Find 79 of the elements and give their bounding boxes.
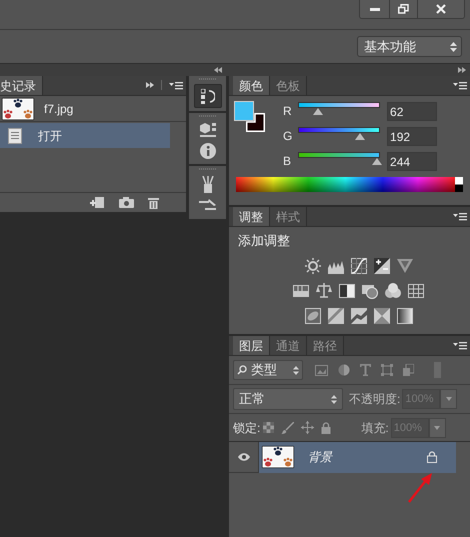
levels-icon[interactable]: [293, 282, 310, 298]
caret-icon: [446, 397, 452, 401]
field-label: 不透明度:: [349, 391, 400, 408]
gradient-map-icon[interactable]: [396, 308, 413, 324]
history-panel-button[interactable]: [194, 84, 222, 108]
collapse-icon[interactable]: [214, 67, 222, 73]
panel-tab[interactable]: 图层: [233, 336, 270, 355]
cube-icon[interactable]: [200, 123, 216, 137]
panel-tab[interactable]: 调整: [233, 207, 270, 226]
channel-value-field[interactable]: 62: [387, 102, 438, 120]
expand-icon[interactable]: [146, 82, 154, 88]
exposure-icon[interactable]: [374, 258, 390, 274]
close-icon: [436, 4, 446, 14]
brush-presets-icon[interactable]: [199, 199, 216, 213]
document-icon: [8, 128, 22, 144]
eye-icon[interactable]: [238, 453, 250, 461]
panel-heading: 添加调整: [237, 232, 292, 250]
brushes-icon[interactable]: [200, 176, 215, 193]
selective-color-icon[interactable]: [374, 308, 390, 324]
channel-value-field[interactable]: 244: [387, 152, 438, 170]
restore-button[interactable]: [390, 0, 418, 18]
trash-icon[interactable]: [148, 196, 160, 208]
panel-menu-icon[interactable]: [453, 81, 468, 90]
triangle-icon[interactable]: [396, 258, 413, 274]
info-icon[interactable]: [200, 143, 216, 159]
workspace-dropdown[interactable]: 基本功能: [357, 36, 462, 57]
expand-icon[interactable]: [458, 67, 466, 73]
blend-mode-dropdown[interactable]: 正常: [233, 388, 344, 410]
channel-label: G: [283, 128, 294, 145]
search-icon: [237, 365, 248, 375]
dropdown-button[interactable]: [428, 418, 446, 438]
layer-name: 背景: [308, 449, 334, 466]
lock-icon[interactable]: [321, 422, 332, 434]
annotation-arrow: [407, 473, 434, 503]
minimize-icon: [370, 8, 380, 10]
stepper-icon: [331, 394, 338, 404]
new-document-icon[interactable]: [90, 196, 106, 208]
filter-type-dropdown[interactable]: 类型: [233, 360, 304, 380]
threshold-icon[interactable]: [350, 308, 367, 324]
foreground-color-swatch[interactable]: [234, 101, 254, 121]
field-label: 填充:: [361, 420, 389, 436]
default-colors-swatch[interactable]: [455, 177, 464, 192]
history-icon: [200, 88, 215, 104]
balance-icon[interactable]: [316, 282, 332, 298]
stepper-icon: [450, 42, 457, 52]
curve-icon[interactable]: [350, 258, 367, 274]
channel-value-field[interactable]: 192: [387, 126, 438, 146]
panel-tab[interactable]: 颜色: [233, 76, 270, 95]
camera-icon[interactable]: [119, 197, 134, 208]
circles-icon[interactable]: [385, 282, 402, 298]
state-name: 打开: [38, 128, 62, 144]
brush-icon[interactable]: [281, 422, 294, 434]
checkerboard-icon[interactable]: [263, 422, 274, 433]
color-spectrum[interactable]: [236, 177, 456, 192]
snapshot-name: f7.jpg: [44, 100, 74, 118]
channel-label: B: [283, 153, 292, 170]
close-button[interactable]: [418, 0, 464, 18]
adjustment-filter-icon[interactable]: [338, 364, 350, 376]
lock-label: 锁定:: [233, 420, 260, 436]
dropdown-button[interactable]: [440, 389, 458, 409]
brightness-icon[interactable]: [304, 258, 321, 274]
panel-menu-icon[interactable]: [453, 212, 468, 221]
panel-tab[interactable]: 史记录: [0, 76, 43, 95]
channel-label: R: [283, 103, 293, 120]
invert-icon[interactable]: [304, 308, 321, 324]
move-icon[interactable]: [301, 421, 314, 434]
posterize-icon[interactable]: [328, 308, 344, 324]
restore-icon: [398, 4, 409, 14]
layer-row[interactable]: 背景: [259, 442, 456, 472]
panel-menu-icon[interactable]: [169, 80, 184, 90]
history-state[interactable]: 打开: [0, 123, 170, 148]
stepper-icon: [293, 366, 300, 374]
desaturate-icon[interactable]: [339, 282, 356, 298]
minimize-button[interactable]: [360, 0, 390, 18]
panel-menu-icon[interactable]: [453, 341, 468, 350]
photo-filter-icon[interactable]: [362, 282, 378, 298]
history-snapshot[interactable]: f7.jpg: [0, 96, 186, 122]
caret-icon: [434, 426, 440, 430]
grid-icon[interactable]: [408, 282, 424, 298]
